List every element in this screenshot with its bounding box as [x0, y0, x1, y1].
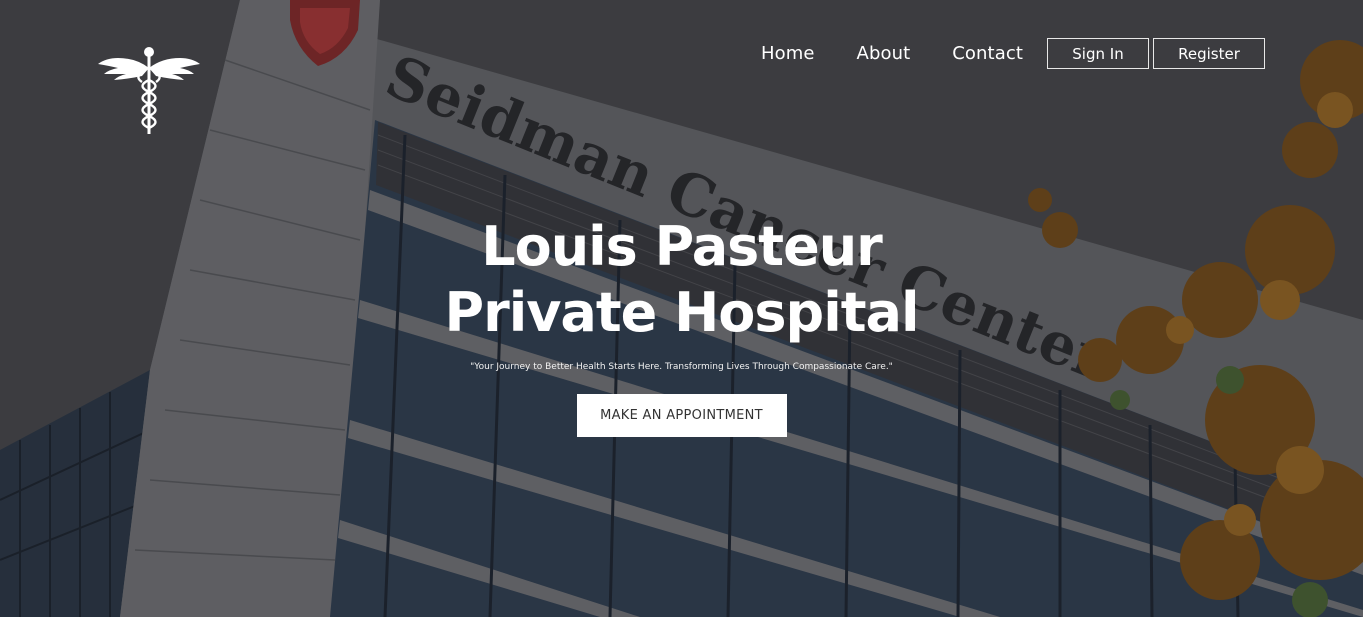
- make-appointment-button[interactable]: MAKE AN APPOINTMENT: [576, 394, 787, 437]
- register-button[interactable]: Register: [1153, 38, 1265, 69]
- nav-contact-link[interactable]: Contact: [952, 43, 1023, 64]
- hero-section: Seidman Cancer Center Home About Contact…: [0, 0, 1363, 617]
- nav-about-link[interactable]: About: [857, 43, 911, 64]
- main-nav: Home About Contact Sign In Register: [761, 38, 1265, 69]
- hero-tagline: "Your Journey to Better Health Starts He…: [470, 362, 893, 372]
- hero-content: Louis Pasteur Private Hospital "Your Jou…: [0, 214, 1363, 437]
- caduceus-icon[interactable]: [96, 44, 202, 138]
- hero-title-line2: Private Hospital: [444, 281, 920, 344]
- sign-in-button[interactable]: Sign In: [1047, 38, 1149, 69]
- hero-title: Louis Pasteur Private Hospital: [0, 214, 1363, 346]
- nav-home-link[interactable]: Home: [761, 43, 815, 64]
- hero-title-line1: Louis Pasteur: [481, 215, 883, 278]
